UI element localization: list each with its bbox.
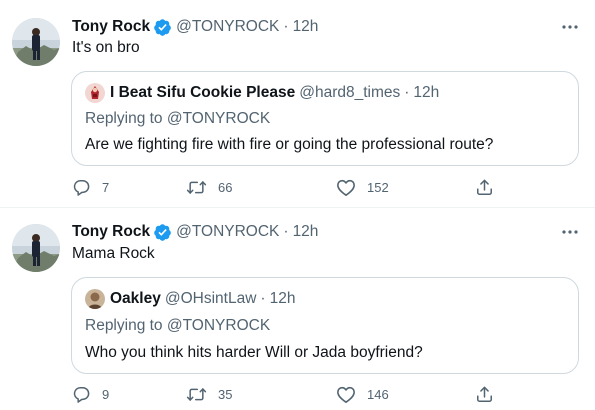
replying-to-label: Replying to xyxy=(85,317,167,334)
quoted-author-avatar xyxy=(85,83,105,103)
like-count: 152 xyxy=(367,179,389,195)
quoted-author-handle[interactable]: @hard8_times xyxy=(299,84,400,102)
quoted-tweet-text: Who you think hits harder Will or Jada b… xyxy=(85,344,423,361)
more-dots-icon[interactable] xyxy=(557,220,583,244)
tweet-actions: 9 35 146 xyxy=(66,383,506,405)
share-icon xyxy=(475,178,494,197)
tweet-actions: 7 66 152 xyxy=(66,176,506,198)
quoted-author-avatar xyxy=(85,289,105,309)
retweet-icon xyxy=(186,385,207,404)
like-count: 146 xyxy=(367,386,389,402)
tweet-timestamp[interactable]: 12h xyxy=(293,18,319,36)
tweet-timestamp[interactable]: 12h xyxy=(293,223,319,241)
author-avatar[interactable] xyxy=(12,18,60,66)
share-button[interactable] xyxy=(475,383,494,405)
quoted-tweet-timestamp[interactable]: 12h xyxy=(413,84,439,102)
quoted-tweet[interactable]: I Beat Sifu Cookie Please @hard8_times ·… xyxy=(71,71,579,166)
author-handle[interactable]: @TONYROCK xyxy=(176,223,279,241)
verified-badge-icon xyxy=(153,18,172,37)
verified-badge-icon xyxy=(153,223,172,242)
quoted-tweet-header: I Beat Sifu Cookie Please @hard8_times ·… xyxy=(85,83,439,103)
tweet-card[interactable]: Tony Rock @TONYROCK · 12h It's on bro I … xyxy=(0,0,595,207)
retweet-icon xyxy=(186,178,207,197)
replying-to-mention[interactable]: @TONYROCK xyxy=(167,317,270,334)
share-button[interactable] xyxy=(475,176,494,198)
quoted-tweet-timestamp[interactable]: 12h xyxy=(270,290,296,308)
replying-to: Replying to @TONYROCK xyxy=(85,317,270,335)
quoted-author-name[interactable]: I Beat Sifu Cookie Please xyxy=(110,84,295,102)
quoted-tweet[interactable]: Oakley @OHsintLaw · 12h Replying to @TON… xyxy=(71,277,579,374)
quoted-tweet-text: Are we fighting fire with fire or going … xyxy=(85,136,494,153)
like-button[interactable]: 152 xyxy=(336,176,389,198)
tweet-card[interactable]: Tony Rock @TONYROCK · 12h Mama Rock Oakl… xyxy=(0,208,595,410)
tweet-text: It's on bro xyxy=(72,39,140,56)
quoted-author-name[interactable]: Oakley xyxy=(110,290,161,308)
heart-icon xyxy=(336,385,356,404)
like-button[interactable]: 146 xyxy=(336,383,389,405)
separator-dot: · xyxy=(283,18,289,35)
more-dots-icon[interactable] xyxy=(557,15,583,39)
reply-count: 7 xyxy=(102,179,110,195)
replying-to-label: Replying to xyxy=(85,110,167,127)
reply-bubble-icon xyxy=(72,178,91,197)
tweet-header: Tony Rock @TONYROCK · 12h xyxy=(72,220,318,244)
heart-icon xyxy=(336,178,356,197)
author-avatar[interactable] xyxy=(12,224,60,272)
author-name[interactable]: Tony Rock xyxy=(72,18,150,36)
author-name[interactable]: Tony Rock xyxy=(72,223,150,241)
retweet-button[interactable]: 35 xyxy=(186,383,232,405)
quoted-author-handle[interactable]: @OHsintLaw xyxy=(165,290,257,308)
reply-count: 9 xyxy=(102,386,110,402)
reply-button[interactable]: 7 xyxy=(72,176,109,198)
reply-button[interactable]: 9 xyxy=(72,383,109,405)
separator-dot: · xyxy=(404,84,410,101)
replying-to: Replying to @TONYROCK xyxy=(85,110,270,128)
separator-dot: · xyxy=(283,223,289,240)
replying-to-mention[interactable]: @TONYROCK xyxy=(167,110,270,127)
retweet-count: 35 xyxy=(218,386,233,402)
reply-bubble-icon xyxy=(72,385,91,404)
retweet-count: 66 xyxy=(218,179,233,195)
quoted-tweet-header: Oakley @OHsintLaw · 12h xyxy=(85,289,295,309)
author-handle[interactable]: @TONYROCK xyxy=(176,18,279,36)
tweet-text: Mama Rock xyxy=(72,245,155,262)
share-icon xyxy=(475,385,494,404)
tweet-header: Tony Rock @TONYROCK · 12h xyxy=(72,15,318,39)
separator-dot: · xyxy=(260,290,266,307)
retweet-button[interactable]: 66 xyxy=(186,176,232,198)
